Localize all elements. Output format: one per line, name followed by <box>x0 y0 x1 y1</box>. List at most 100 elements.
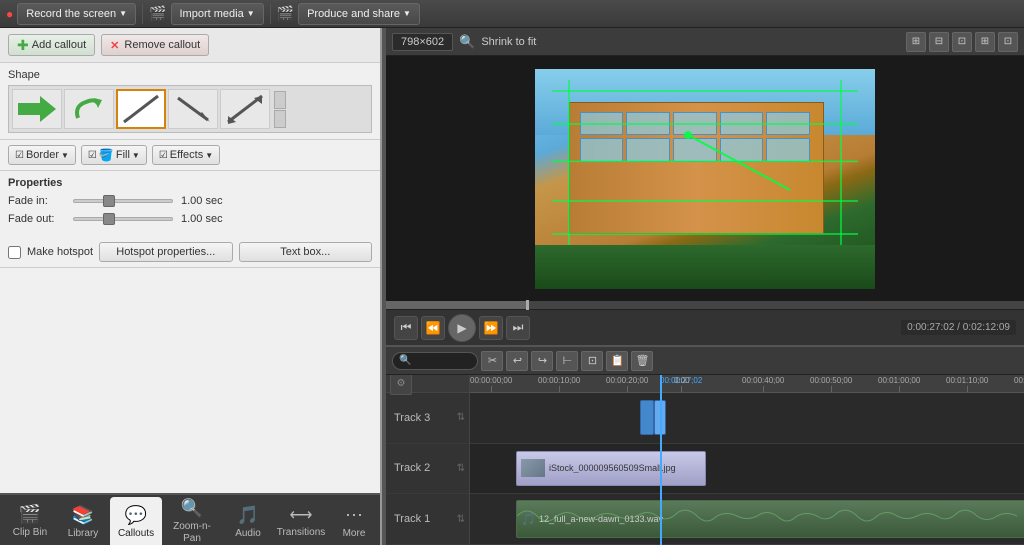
more-icon: ⋯ <box>345 505 363 526</box>
tab-transitions[interactable]: ⟷ Transitions <box>275 497 327 545</box>
ruler-mark-8: 00:01:20;00 <box>1014 376 1024 392</box>
track3-resize[interactable]: ⇅ <box>457 412 465 423</box>
shape-scroll-down[interactable]: ▼ <box>274 110 286 128</box>
toolbar-sep-1 <box>142 4 143 24</box>
track1-audio-clip[interactable]: 🎵 12_full_a-new-dawn_0133.wav <box>516 500 1024 537</box>
border-button[interactable]: ☑ Border ▼ <box>8 145 76 165</box>
go-to-end-button[interactable]: ⏭ <box>506 316 530 340</box>
rewind-button[interactable]: ⏪ <box>421 316 445 340</box>
effects-button[interactable]: ☑ Effects ▼ <box>152 145 220 165</box>
preview-btn-3[interactable]: ⊡ <box>952 32 972 52</box>
preview-dimensions: 798×602 <box>392 33 453 51</box>
tab-zoom-n-pan[interactable]: 🔍 Zoom-n-Pan <box>163 497 221 545</box>
preview-btn-5[interactable]: ⊡ <box>998 32 1018 52</box>
timeline-content: ⚙ Track 3 ⇅ Track 2 ⇅ Track 1 ⇅ <box>386 375 1024 545</box>
track3-callout-clip[interactable] <box>640 400 654 435</box>
shape-scroll: ▲ ▼ <box>274 91 286 128</box>
timeline-settings-button[interactable]: ⚙ <box>390 375 412 395</box>
border-label: Border <box>26 149 59 161</box>
fade-in-thumb[interactable] <box>103 195 115 207</box>
produce-label: Produce and share <box>307 8 400 20</box>
go-to-start-button[interactable]: ⏮ <box>394 316 418 340</box>
zoom-n-pan-icon: 🔍 <box>181 498 203 519</box>
callout-controls: ✚ Add callout ✕ Remove callout <box>0 28 380 63</box>
fill-icon: 🪣 <box>99 148 114 162</box>
text-box-button[interactable]: Text box... <box>239 242 372 262</box>
clip-bin-icon: 🎬 <box>19 504 41 525</box>
timeline-tool-paste[interactable]: 📋 <box>606 351 628 371</box>
fast-forward-button[interactable]: ⏩ <box>479 316 503 340</box>
make-hotspot-checkbox[interactable] <box>8 246 21 259</box>
properties-section: Properties Fade in: 1.00 sec Fade out: 1… <box>0 171 380 237</box>
timeline-tool-delete[interactable]: 🗑 <box>631 351 653 371</box>
shape-grid: ▲ ▼ <box>8 85 372 133</box>
import-button[interactable]: Import media ▼ <box>171 3 264 25</box>
preview-btn-4[interactable]: ⊞ <box>975 32 995 52</box>
shape-label: Shape <box>8 69 372 81</box>
timeline-tracks: 00:00:00;00 00:00:10;00 00:00:20;00 <box>470 375 1024 545</box>
effects-label: Effects <box>170 149 203 161</box>
preview-fit-label[interactable]: Shrink to fit <box>481 36 536 48</box>
preview-topbar-buttons: ⊞ ⊟ ⊡ ⊞ ⊡ <box>906 32 1018 52</box>
style-controls: ☑ Border ▼ ☑ 🪣 Fill ▼ ☑ Effects ▼ <box>0 140 380 171</box>
timeline-tool-copy[interactable]: ⊡ <box>581 351 603 371</box>
play-button[interactable]: ▶ <box>448 314 476 342</box>
shape-scroll-up[interactable]: ▲ <box>274 91 286 109</box>
import-dropdown-icon: ▼ <box>247 9 255 18</box>
tab-library[interactable]: 📚 Library <box>57 497 109 545</box>
add-callout-button[interactable]: ✚ Add callout <box>8 34 95 56</box>
ruler-mark-3: 0:00 <box>674 376 690 392</box>
track3-label: Track 3 ⇅ <box>386 393 469 444</box>
fade-out-thumb[interactable] <box>103 213 115 225</box>
shape-double-arrow[interactable] <box>220 89 270 129</box>
clip-bin-label: Clip Bin <box>13 527 47 539</box>
timeline-tool-scissors[interactable]: ✂ <box>481 351 503 371</box>
tab-clip-bin[interactable]: 🎬 Clip Bin <box>4 497 56 545</box>
shape-arrow-diag-down[interactable] <box>168 89 218 129</box>
preview-btn-1[interactable]: ⊞ <box>906 32 926 52</box>
record-button[interactable]: Record the screen ▼ <box>17 3 136 25</box>
track1-resize[interactable]: ⇅ <box>457 514 465 525</box>
fill-checkbox-icon: ☑ <box>88 150 97 161</box>
transitions-label: Transitions <box>277 527 326 538</box>
border-dropdown-icon: ▼ <box>61 151 69 160</box>
scrubber-bar[interactable] <box>386 301 1024 309</box>
scrubber-thumb[interactable] <box>526 300 529 310</box>
timeline-tool-arrow[interactable]: ↩ <box>506 351 528 371</box>
tab-callouts[interactable]: 💬 Callouts <box>110 497 162 545</box>
clip-thumbnail <box>521 459 545 477</box>
timeline-ruler: 00:00:00;00 00:00:10;00 00:00:20;00 <box>470 375 1024 393</box>
shape-diagonal-line[interactable] <box>116 89 166 129</box>
effects-checkbox-icon: ☑ <box>159 150 168 161</box>
toolbar-sep-2 <box>270 4 271 24</box>
playhead[interactable] <box>660 375 662 545</box>
tab-more[interactable]: ⋯ More <box>328 497 380 545</box>
properties-label: Properties <box>8 177 372 189</box>
preview-btn-2[interactable]: ⊟ <box>929 32 949 52</box>
right-panel: 798×602 🔍 Shrink to fit ⊞ ⊟ ⊡ ⊞ ⊡ <box>386 28 1024 545</box>
playback-controls: ⏮ ⏪ ▶ ⏩ ⏭ 0:00:27:02 / 0:02:12:09 <box>386 309 1024 345</box>
remove-callout-button[interactable]: ✕ Remove callout <box>101 34 209 56</box>
fill-button[interactable]: ☑ 🪣 Fill ▼ <box>81 145 147 165</box>
shape-arrow-curve[interactable] <box>64 89 114 129</box>
timeline-area: 🔍 ✂ ↩ ↪ ⊢ ⊡ 📋 🗑 ⚙ <box>386 345 1024 545</box>
shape-arrow-right[interactable] <box>12 89 62 129</box>
track2-image-clip[interactable]: iStock_000009560509Small.jpg <box>516 451 706 486</box>
track2-resize[interactable]: ⇅ <box>457 463 465 474</box>
timeline-tool-split[interactable]: ⊢ <box>556 351 578 371</box>
waveform-svg <box>517 501 1024 536</box>
hotspot-properties-button[interactable]: Hotspot properties... <box>99 242 232 262</box>
produce-button[interactable]: Produce and share ▼ <box>298 3 420 25</box>
fade-out-slider[interactable] <box>73 217 173 221</box>
fade-in-slider[interactable] <box>73 199 173 203</box>
time-display: 0:00:27:02 / 0:02:12:09 <box>901 320 1016 335</box>
add-callout-icon: ✚ <box>17 37 29 54</box>
timeline-search-input[interactable] <box>411 352 471 370</box>
timeline-tool-redo[interactable]: ↪ <box>531 351 553 371</box>
hotspot-properties-label: Hotspot properties... <box>116 246 215 258</box>
panel-spacer <box>0 268 380 493</box>
top-toolbar: ● Record the screen ▼ 🎬 Import media ▼ 🎬… <box>0 0 1024 28</box>
effects-dropdown-icon: ▼ <box>205 151 213 160</box>
tab-audio[interactable]: 🎵 Audio <box>222 497 274 545</box>
preview-zoom-icon: 🔍 <box>459 34 475 50</box>
